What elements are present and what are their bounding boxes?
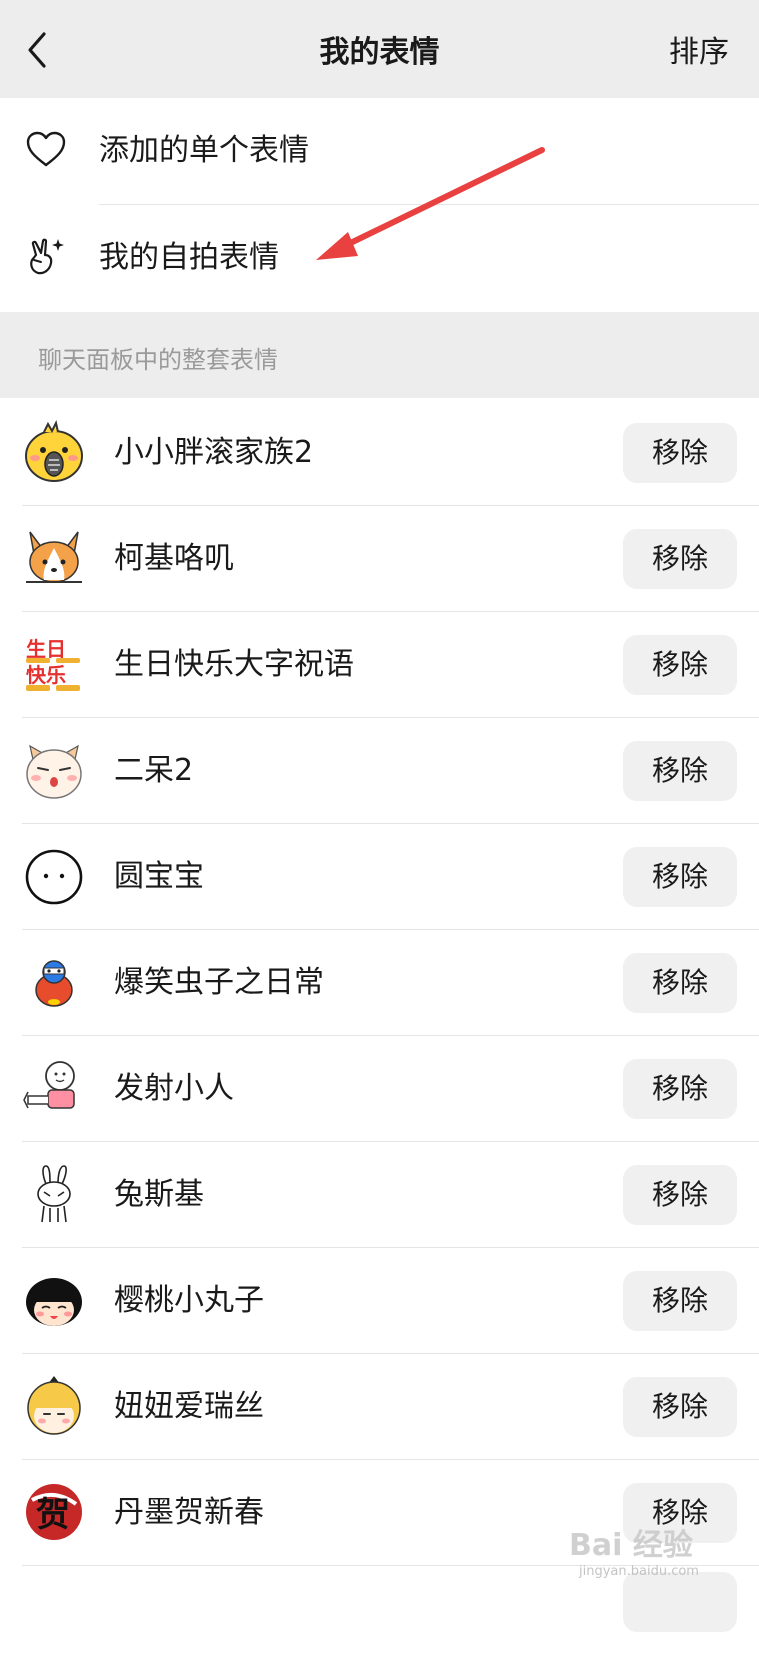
remove-button[interactable]: 移除: [623, 1059, 737, 1119]
pack-name: 发射小人: [114, 1071, 234, 1106]
remove-button[interactable]: 移除: [623, 847, 737, 907]
remove-button[interactable]: 移除: [623, 741, 737, 801]
baidu-watermark: Bai 经验 jingyan.baidu.com: [569, 1520, 719, 1580]
shooting-person-sticker-thumb: [23, 1061, 75, 1109]
remove-button[interactable]: 移除: [623, 423, 737, 483]
remove-button[interactable]: 移除: [623, 1377, 737, 1437]
pack-row[interactable]: 樱桃小丸子 移除: [0, 1248, 759, 1354]
section-label: 聊天面板中的整套表情: [38, 346, 278, 374]
peace-hand-sparkle-icon: [30, 238, 64, 275]
page-title: 我的表情: [319, 35, 440, 70]
pack-row[interactable]: 二呆2 移除: [0, 718, 759, 824]
pack-row[interactable]: 兔斯基 移除: [0, 1142, 759, 1248]
blonde-girl-sticker-thumb: [27, 1376, 81, 1435]
sort-button[interactable]: 排序: [669, 0, 729, 100]
pack-name: 兔斯基: [114, 1177, 204, 1212]
ink-he-sticker-thumb: 贺: [26, 1484, 82, 1540]
pack-name: 生日快乐大字祝语: [114, 647, 354, 682]
single-stickers-label: 添加的单个表情: [99, 133, 309, 168]
pack-name: 圆宝宝: [114, 859, 204, 894]
pack-name: 二呆2: [114, 753, 194, 788]
pack-row[interactable]: 生日 快乐 生日快乐大字祝语 移除: [0, 612, 759, 718]
remove-button[interactable]: 移除: [623, 529, 737, 589]
pack-name: 丹墨贺新春: [114, 1495, 264, 1530]
pack-name: 妞妞爱瑞丝: [114, 1389, 264, 1424]
red-pointer-arrow: [316, 147, 545, 260]
pack-row[interactable]: 小小胖滚家族2 移除: [0, 400, 759, 506]
maruko-sticker-thumb: [26, 1278, 82, 1326]
remove-button[interactable]: 移除: [623, 953, 737, 1013]
pack-name: 樱桃小丸子: [114, 1283, 264, 1318]
remove-button-partial[interactable]: [623, 1572, 737, 1632]
pack-row[interactable]: 柯基咯叽 移除: [0, 506, 759, 612]
nav-bar: 我的表情 排序: [0, 0, 759, 98]
chick-sticker-thumb: [25, 420, 83, 482]
pack-name: 柯基咯叽: [114, 541, 234, 576]
selfie-stickers-label: 我的自拍表情: [99, 240, 279, 275]
pack-name: 小小胖滚家族2: [114, 435, 314, 470]
pack-row[interactable]: 发射小人 移除: [0, 1036, 759, 1142]
bug-sticker-thumb: [35, 960, 73, 1007]
corgi-sticker-thumb: [26, 531, 82, 583]
pack-row[interactable]: 爆笑虫子之日常 移除: [0, 930, 759, 1036]
birthday-sticker-thumb: 生日 快乐: [26, 637, 80, 691]
watermark-text: Bai 经验: [569, 1528, 693, 1563]
pack-row-partial[interactable]: [0, 1566, 759, 1672]
tuzki-sticker-thumb: [37, 1165, 71, 1223]
round-face-sticker-thumb: [25, 849, 83, 905]
thumb-text: 贺: [36, 1495, 70, 1535]
pack-row[interactable]: 圆宝宝 移除: [0, 824, 759, 930]
svg-text:快乐: 快乐: [26, 663, 66, 687]
remove-button[interactable]: 移除: [623, 1165, 737, 1225]
watermark-sub: jingyan.baidu.com: [579, 1564, 699, 1579]
pack-name: 爆笑虫子之日常: [114, 965, 324, 1000]
pack-row[interactable]: 妞妞爱瑞丝 移除: [0, 1354, 759, 1460]
remove-button[interactable]: 移除: [623, 635, 737, 695]
remove-button[interactable]: 移除: [623, 1271, 737, 1331]
shiba-sticker-thumb: [26, 744, 82, 799]
thumb-text: 生日: [26, 637, 66, 661]
heart-icon: [26, 131, 66, 167]
